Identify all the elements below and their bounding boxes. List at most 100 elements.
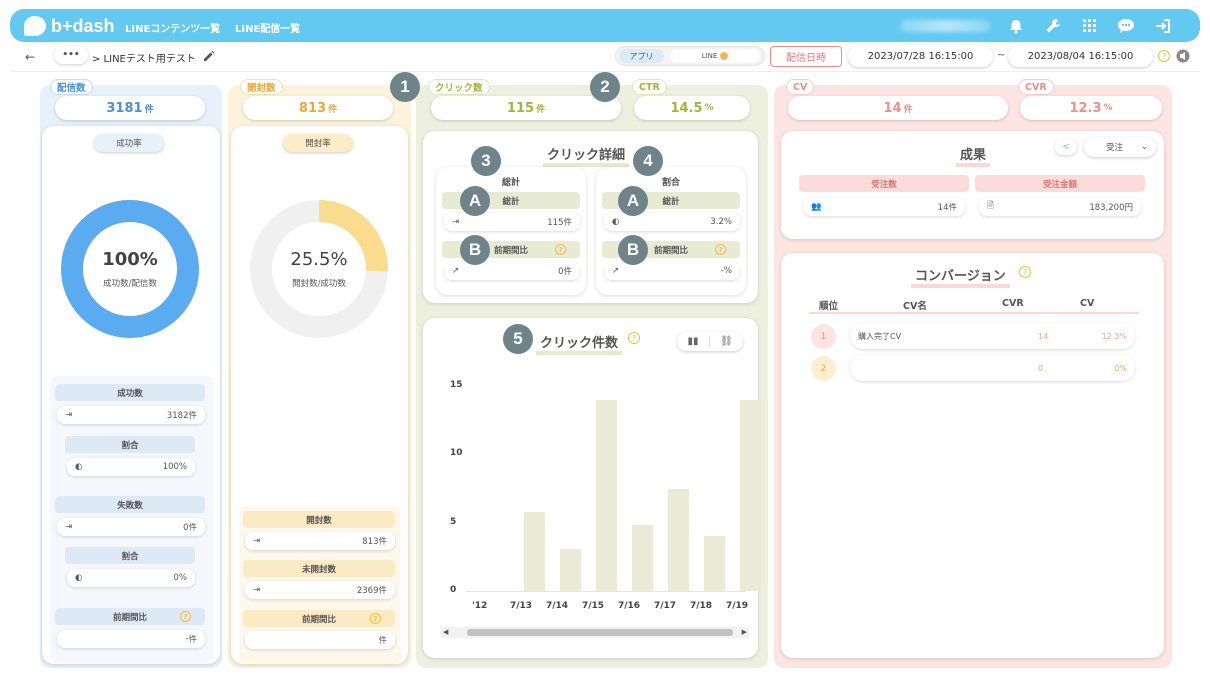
chart-bar[interactable] — [523, 511, 545, 591]
marker-3: 3 — [471, 146, 501, 176]
logout-icon[interactable] — [1154, 17, 1172, 35]
open-tag: 開封数 — [240, 79, 283, 95]
link-icon[interactable]: ⛓ — [710, 336, 743, 347]
marker-2: 2 — [590, 72, 620, 102]
x-tick-label: 7/17 — [654, 601, 677, 611]
cvr-value-box: 12.3% — [1020, 96, 1162, 120]
apps-toggle-option[interactable]: アプリ — [619, 49, 664, 63]
chat-support-icon[interactable] — [1117, 17, 1135, 35]
conversion-row-2[interactable]: 0 0% — [850, 355, 1135, 381]
y-tick-label: 15 — [450, 380, 463, 390]
result-select-value: 受注 — [1106, 143, 1124, 153]
platform-toggle[interactable]: アプリ LINE — [615, 46, 765, 66]
bar-chart-icon[interactable]: ▮▮ — [677, 336, 710, 347]
speaker-icon[interactable] — [1176, 49, 1190, 66]
share-icon[interactable]: < — [1055, 139, 1077, 155]
ratio-total-row: ◐ 3.2% — [604, 213, 740, 231]
fail-ratio-value: 0% — [173, 573, 188, 583]
open-prev-header: 前期間比? — [243, 610, 395, 627]
sub-header: ← ••• > LINEテスト用テスト アプリ LINE 配信日時 2023/0… — [10, 42, 1200, 72]
open-prev-unit: 件 — [378, 636, 387, 646]
scroll-left-arrow[interactable]: ◀ — [443, 628, 448, 636]
breadcrumb[interactable]: > LINEテスト用テスト — [92, 50, 196, 65]
click-count-value: 115 — [506, 100, 535, 116]
nav-line-contents[interactable]: LINEコンテンツ一覧 — [125, 20, 220, 35]
open-card: 開封率 25.5% 開封数/成功数 開封数 ⇥ 813件 未開封数 ⇥ 2369件 … — [231, 126, 408, 664]
marker-5: 5 — [503, 324, 533, 354]
delivery-prev-label: 前期間比 — [112, 612, 147, 623]
open-count-value: 813 — [298, 100, 327, 116]
enter-icon: ⇥ — [253, 585, 261, 595]
line-toggle-option[interactable]: LINE — [670, 49, 760, 63]
open-donut-subtitle: 開封数/成功数 — [292, 279, 346, 289]
order-amount-value: 183,200円 — [1089, 203, 1133, 213]
date-to-input[interactable]: 2023/08/04 16:15:00 — [1008, 46, 1153, 67]
col-rank: 順位 — [819, 301, 839, 312]
help-icon[interactable]: ? — [370, 613, 381, 624]
marker-4: 4 — [633, 146, 663, 176]
order-count-row: 👥 14件 — [803, 198, 965, 216]
cvr-unit: % — [1103, 103, 1113, 113]
delivery-prev-unit: 件 — [188, 635, 197, 645]
conversion-card: コンバージョン ? 順位 CV名 CVR CV 1 購入完了CV 14 12.3% … — [781, 253, 1164, 658]
delivery-date-button[interactable]: 配信日時 — [770, 46, 842, 67]
chart-bar[interactable] — [703, 536, 725, 591]
wrench-icon[interactable] — [1044, 17, 1062, 35]
chart-bar[interactable] — [559, 548, 581, 591]
x-tick-label: 7/14 — [546, 601, 569, 611]
pencil-edit-icon[interactable] — [203, 50, 215, 65]
chart-bar[interactable] — [631, 525, 653, 591]
open-count: 813 件 — [243, 96, 393, 120]
apps-grid-icon[interactable] — [1081, 17, 1099, 35]
brand-logo[interactable]: b+dash — [24, 14, 115, 38]
help-icon[interactable]: ? — [180, 611, 191, 622]
open-rate-label: 開封率 — [283, 134, 353, 152]
chart-type-toggle[interactable]: ▮▮ ⛓ — [677, 332, 743, 351]
nav-line-deliveries[interactable]: LINE配信一覧 — [235, 20, 300, 35]
help-icon[interactable]: ? — [555, 244, 566, 255]
chart-scrollbar[interactable]: ◀ ▶ — [441, 627, 749, 638]
enter-icon: ⇥ — [65, 410, 73, 420]
success-rate-label: 成功率 — [94, 134, 164, 152]
scrollbar-thumb[interactable] — [467, 629, 733, 636]
delivery-count-value: 3181 — [106, 100, 143, 116]
fail-count-row: ⇥ 0件 — [57, 518, 205, 536]
conversion-row-1[interactable]: 購入完了CV 14 12.3% — [850, 323, 1135, 349]
more-menu-button[interactable]: ••• — [54, 46, 88, 64]
x-tick-label: 7/18 — [690, 601, 713, 611]
chart-bar[interactable] — [739, 399, 761, 591]
back-arrow-icon[interactable]: ← — [25, 50, 35, 64]
ratio-prev-row: ↗ -% — [604, 262, 740, 280]
cv-count-value: 14 — [883, 100, 902, 116]
ctr-value: 14.5 — [670, 100, 703, 116]
delivery-card: 成功率 100% 成功数/配信数 成功数 ⇥ 3182件 割合 ◐ 100% 失敗数… — [42, 126, 220, 664]
bell-icon[interactable] — [1007, 17, 1025, 35]
help-icon[interactable]: ? — [1158, 50, 1170, 62]
scroll-right-arrow[interactable]: ▶ — [742, 628, 747, 636]
order-count-value: 14件 — [937, 203, 957, 213]
help-icon[interactable]: ? — [1019, 266, 1031, 278]
result-type-select[interactable]: 受注 ⌄ — [1084, 137, 1156, 157]
x-tick-label: '12 — [472, 601, 488, 611]
open-count-row: ⇥ 813件 — [245, 532, 395, 550]
delivery-count: 3181 件 — [55, 96, 205, 120]
order-count-header: 受注数 — [799, 175, 969, 192]
rank-badge-1: 1 — [811, 324, 836, 349]
y-tick-label: 5 — [450, 516, 457, 527]
date-from-input[interactable]: 2023/07/28 16:15:00 — [848, 46, 993, 67]
chart-bar[interactable] — [667, 488, 689, 591]
result-card: 成果 < 受注 ⌄ 受注数 👥 14件 受注金額 🗎 183,200円 — [781, 131, 1164, 239]
enter-icon: ⇥ — [65, 522, 73, 532]
success-count-header: 成功数 — [55, 384, 205, 401]
open-count-stat-value: 813 — [362, 537, 379, 547]
trend-chart-icon: ↗ — [612, 266, 620, 276]
chart-bar[interactable] — [595, 399, 617, 591]
ctr-unit: % — [704, 103, 714, 113]
success-count-row: ⇥ 3182件 — [57, 406, 205, 424]
help-icon[interactable]: ? — [628, 332, 640, 344]
marker-b-total: B — [460, 235, 490, 265]
conversion-row-cvr: 12.3% — [1101, 331, 1127, 341]
col-cvr: CVR — [1002, 298, 1024, 309]
open-count-unit: 件 — [328, 104, 338, 115]
help-icon[interactable]: ? — [715, 244, 726, 255]
